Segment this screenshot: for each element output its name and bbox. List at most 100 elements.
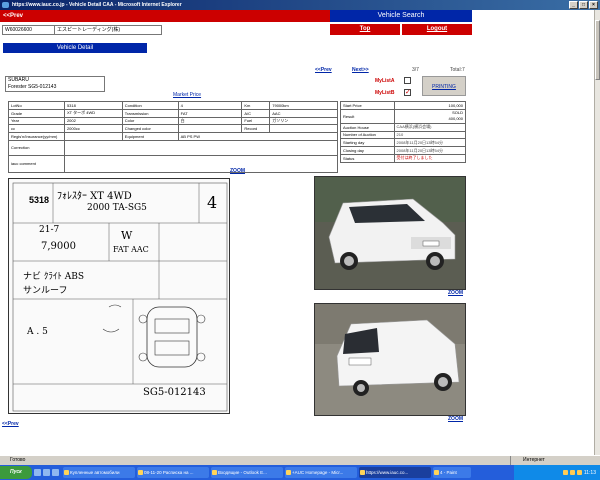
changed-color-value	[177, 124, 243, 134]
condition-label: Condition	[121, 101, 179, 110]
sheet-km: 7,9000	[41, 241, 76, 252]
regis-value	[63, 132, 123, 141]
condition-value: 4	[177, 101, 243, 110]
transmission-value: FAT	[177, 108, 243, 118]
auction-number-label: Number of Auction	[340, 130, 395, 140]
close-button[interactable]: ×	[589, 1, 598, 9]
result-value: SOLD 400,000	[393, 108, 467, 124]
tray-icon[interactable]	[562, 470, 568, 475]
car-photo-front[interactable]	[314, 176, 466, 290]
quick-launch-icon[interactable]	[43, 469, 50, 476]
table-row: Status 受付は終了しました	[340, 153, 467, 163]
equipment-value: AB PS PW	[177, 132, 339, 141]
photo-front-zoom-link[interactable]: ZOOM	[448, 290, 463, 296]
grade-value: XT ターボ 4WD	[63, 108, 123, 118]
table-row: cc 2000cc Changed color Record	[8, 124, 338, 134]
vertical-scrollbar[interactable]	[594, 10, 600, 455]
status-value: 受付は終了しました	[393, 153, 467, 163]
auction-sheet-image: 5318 ﾌｫﾚｽﾀｰ XT 4WD 2000 TA-SG5 4 21-7 7,…	[8, 178, 230, 414]
quick-launch-icon[interactable]	[34, 469, 41, 476]
zone-text: Интернет	[510, 456, 600, 465]
color-value: 白	[177, 116, 243, 126]
sheet-zoom-link[interactable]: ZOOM	[230, 168, 245, 174]
table-row: Start Price 100,000	[340, 101, 467, 110]
record-value	[269, 124, 338, 134]
pager-position: 3/7	[412, 67, 419, 73]
car-photo-rear-image	[315, 304, 465, 415]
result-label: Result	[340, 108, 395, 124]
auction-house-label: Auction House	[340, 122, 395, 132]
year-label: Year	[8, 116, 65, 126]
grade-label: Grade	[8, 108, 65, 118]
car-name-box: SUBARU Forester SG5-012143	[5, 76, 105, 92]
ie-icon	[2, 2, 9, 8]
start-button[interactable]: Пуск	[0, 466, 32, 479]
sheet-date: 21-7	[39, 225, 60, 235]
start-price-value: 100,000	[393, 101, 467, 110]
fuel-value: ガソリン	[269, 116, 338, 126]
prev-link[interactable]: <<Prev	[0, 13, 23, 19]
taskbar-item[interactable]: Купленные автомобили	[63, 467, 135, 478]
year-value: 2002	[63, 116, 123, 126]
pager-next-link[interactable]: Next>>	[352, 67, 369, 73]
bottom-prev-link[interactable]: <<Prev	[2, 421, 19, 427]
table-row: Year 2002 Color 白 Fuel ガソリン	[8, 116, 338, 126]
taskbar-item[interactable]: 08-11-20 Расписка на ...	[137, 467, 209, 478]
printing-button[interactable]: PRINTING	[422, 76, 466, 96]
sheet-color: W	[121, 229, 133, 242]
cc-label: cc	[8, 124, 65, 134]
correction-label: Correction	[8, 139, 65, 156]
start-price-label: Start Price	[340, 101, 395, 110]
mylist-b-label: MyListB	[375, 90, 395, 96]
taskbar: Пуск Купленные автомобили 08-11-20 Распи…	[0, 465, 600, 480]
photo-rear-zoom-link[interactable]: ZOOM	[448, 416, 463, 422]
page-content: <<Prev Vehicle Search Top Logout W600266…	[0, 10, 594, 455]
pager-total: Total:7	[450, 67, 465, 73]
sheet-frame: A . 5	[27, 327, 48, 337]
table-row: Auction House CAA横浜(横浜会場)	[340, 122, 467, 132]
logout-button[interactable]: Logout	[402, 24, 472, 35]
sheet-grade: ﾌｫﾚｽﾀｰ XT 4WD	[57, 191, 132, 202]
quick-launch	[34, 469, 59, 476]
clock: 11:13	[583, 469, 596, 476]
mylist-a-label: MyListA	[375, 78, 395, 84]
taskbar-item[interactable]: 4 - Paint	[433, 467, 471, 478]
closing-day-label: Closing day	[340, 146, 395, 155]
quick-launch-icon[interactable]	[52, 469, 59, 476]
scrollbar-thumb[interactable]	[595, 20, 600, 80]
mylist-b-checkbox[interactable]	[404, 88, 411, 96]
table-row: iauc comment	[8, 154, 339, 173]
vehicle-search-title: Vehicle Search	[330, 10, 472, 22]
window-titlebar: https://www.iauc.co.jp - Vehicle Detail …	[0, 0, 600, 10]
window-title: https://www.iauc.co.jp - Vehicle Detail …	[12, 2, 182, 8]
mylist-a-checkbox[interactable]	[404, 77, 411, 84]
maximize-button[interactable]: □	[579, 1, 588, 9]
tray-icon[interactable]	[576, 470, 582, 475]
taskbar-item[interactable]: Входящие - Outlook E...	[211, 467, 283, 478]
market-price-link[interactable]: Market Price	[173, 92, 201, 98]
ac-value: AAC	[269, 108, 338, 118]
regis-label: Regis'n/Insurance(yy/mm)	[8, 132, 65, 141]
sheet-chassis: SG5-012143	[143, 387, 206, 398]
table-row: LotNo 5318 Condition 4 Km 79000km	[8, 101, 338, 110]
top-button[interactable]: Top	[330, 24, 400, 35]
lotno-value: 5318	[63, 101, 123, 110]
table-row: Result SOLD 400,000	[340, 108, 467, 124]
taskbar-item[interactable]: +AUC Homepage - Micr...	[285, 467, 357, 478]
tray-icon[interactable]	[569, 470, 575, 475]
table-row: Closing day 2008年11月20日13時54分	[340, 146, 467, 155]
sheet-lot: 5318	[29, 195, 50, 205]
car-photo-front-image	[315, 177, 465, 289]
equipment-label: Equipment	[121, 132, 179, 141]
table-row: Correction	[8, 139, 339, 156]
taskbar-item[interactable]: https://www.iauc.co...	[359, 467, 431, 478]
pager-prev-link[interactable]: <<Prev	[315, 67, 332, 73]
km-value: 79000km	[269, 101, 338, 110]
changed-color-label: Changed color	[121, 124, 179, 134]
minimize-button[interactable]: _	[569, 1, 578, 9]
table-row: Regis'n/Insurance(yy/mm) Equipment AB PS …	[8, 132, 339, 141]
car-make: SUBARU	[8, 77, 29, 83]
sheet-trans: FAT AAC	[113, 245, 149, 254]
vehicle-id: W60026600	[3, 26, 55, 34]
car-photo-rear[interactable]	[314, 303, 466, 416]
